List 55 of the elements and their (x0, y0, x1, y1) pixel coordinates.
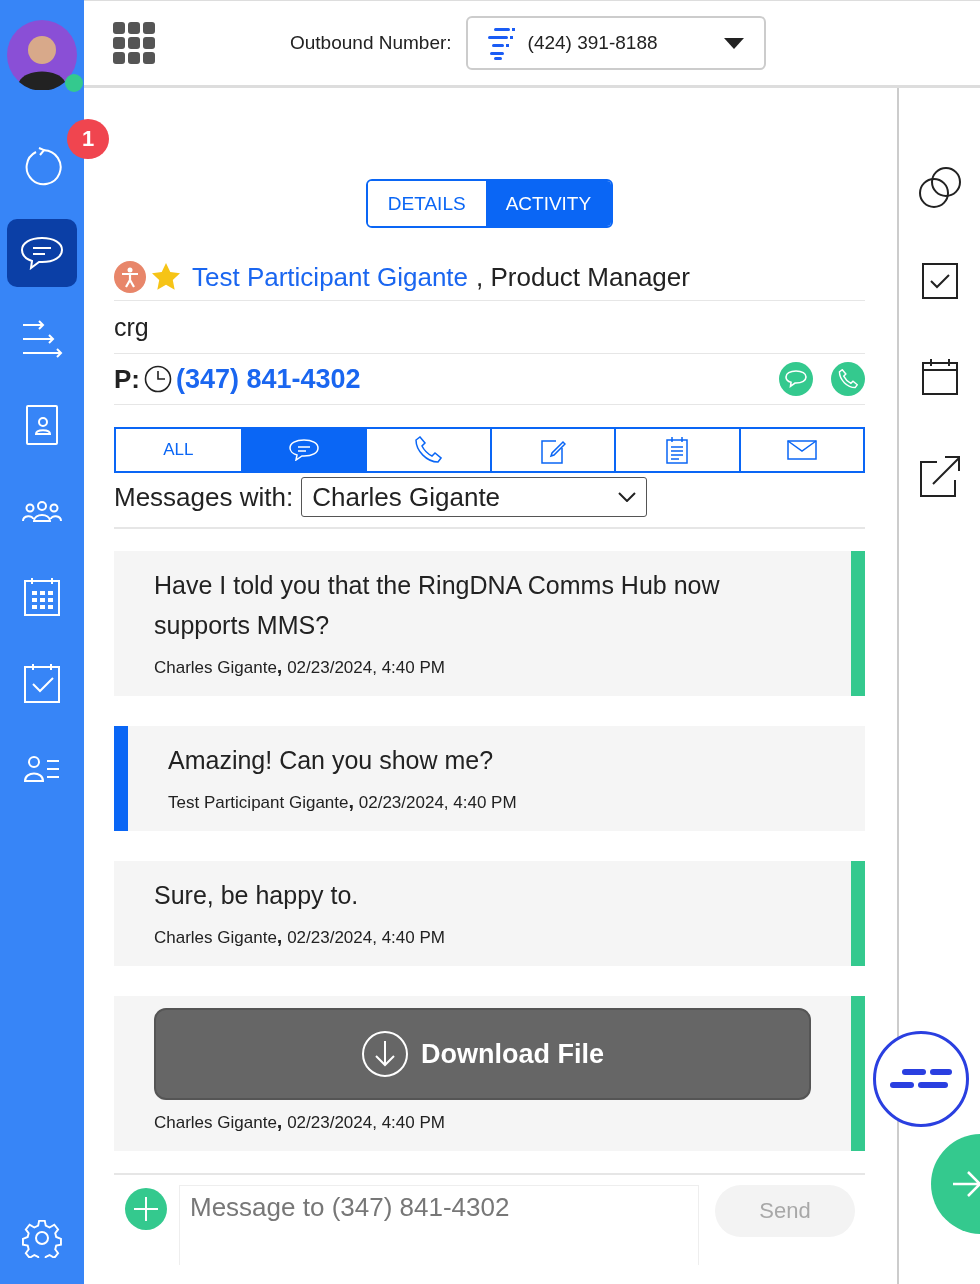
accessibility-icon (114, 261, 146, 293)
chat-icon (288, 439, 319, 461)
message-text: Have I told you that the RingDNA Comms Hub now supports MMS? (154, 570, 721, 641)
dropdown-caret-icon (723, 37, 744, 49)
phone-icon (414, 436, 443, 464)
mail-icon (786, 440, 817, 460)
logo-icon (888, 1067, 954, 1091)
message-meta: Test Participant Gigante, 02/23/2024, 4:40 PM (168, 790, 518, 813)
call-button[interactable] (831, 362, 865, 396)
phone-label: P: (114, 363, 140, 395)
contact-title: , Product Manager (476, 261, 690, 293)
sidebar-item[interactable] (7, 219, 77, 287)
notification-badge: 1 (67, 119, 109, 159)
chat-icon (785, 370, 807, 388)
chat-icon (20, 236, 64, 270)
external-link-icon[interactable] (918, 454, 961, 498)
download-icon (361, 1030, 409, 1078)
clipboard-icon (666, 436, 689, 464)
phone-icon (838, 369, 858, 389)
calendar-icon (23, 577, 61, 617)
task-icon (23, 662, 61, 704)
message-text: Amazing! Can you show me? (168, 745, 495, 776)
team-icon (21, 499, 63, 523)
view-tab[interactable]: ACTIVITY (485, 181, 612, 226)
messages-with-dropdown[interactable]: Charles Gigante (301, 477, 648, 517)
avatar[interactable] (7, 20, 77, 90)
apps-grid-icon[interactable] (113, 22, 155, 64)
cadence-icon (21, 319, 63, 359)
contact-card-icon (25, 404, 59, 446)
linked-circles-icon[interactable] (917, 166, 962, 210)
logo-icon (487, 26, 516, 60)
message-input[interactable]: Message to (347) 841-4302 (179, 1185, 699, 1265)
clock-icon (144, 365, 172, 393)
contact-name-link[interactable]: Test Participant Gigante (192, 261, 469, 293)
chevron-down-icon (618, 492, 637, 502)
message-meta: Charles Gigante, 02/23/2024, 4:40 PM (154, 1110, 446, 1133)
add-attachment-button[interactable] (125, 1188, 167, 1230)
settings-icon (22, 1218, 62, 1258)
outbound-number-dropdown[interactable]: (424) 391-8188 (465, 16, 766, 70)
checkbox-icon[interactable] (920, 262, 959, 300)
star-icon[interactable] (150, 261, 182, 293)
message-meta: Charles Gigante, 02/23/2024, 4:40 PM (154, 655, 446, 678)
account-name: crg (114, 312, 149, 342)
calendar-icon[interactable] (920, 358, 959, 396)
arrow-right-icon (951, 1170, 980, 1198)
phone-number-link[interactable]: (347) 841-4302 (176, 363, 361, 395)
send-sms-button[interactable] (779, 362, 813, 396)
messages-with-label: Messages with: (114, 481, 294, 513)
plus-icon (133, 1196, 159, 1222)
message-text: Sure, be happy to. (154, 880, 360, 911)
activity-filter-tab[interactable] (240, 429, 365, 471)
message-meta: Charles Gigante, 02/23/2024, 4:40 PM (154, 925, 446, 948)
download-file-button[interactable]: Download File (154, 1008, 811, 1100)
contact-list-icon (23, 755, 61, 783)
outbound-number-label: Outbound Number: (290, 32, 452, 54)
